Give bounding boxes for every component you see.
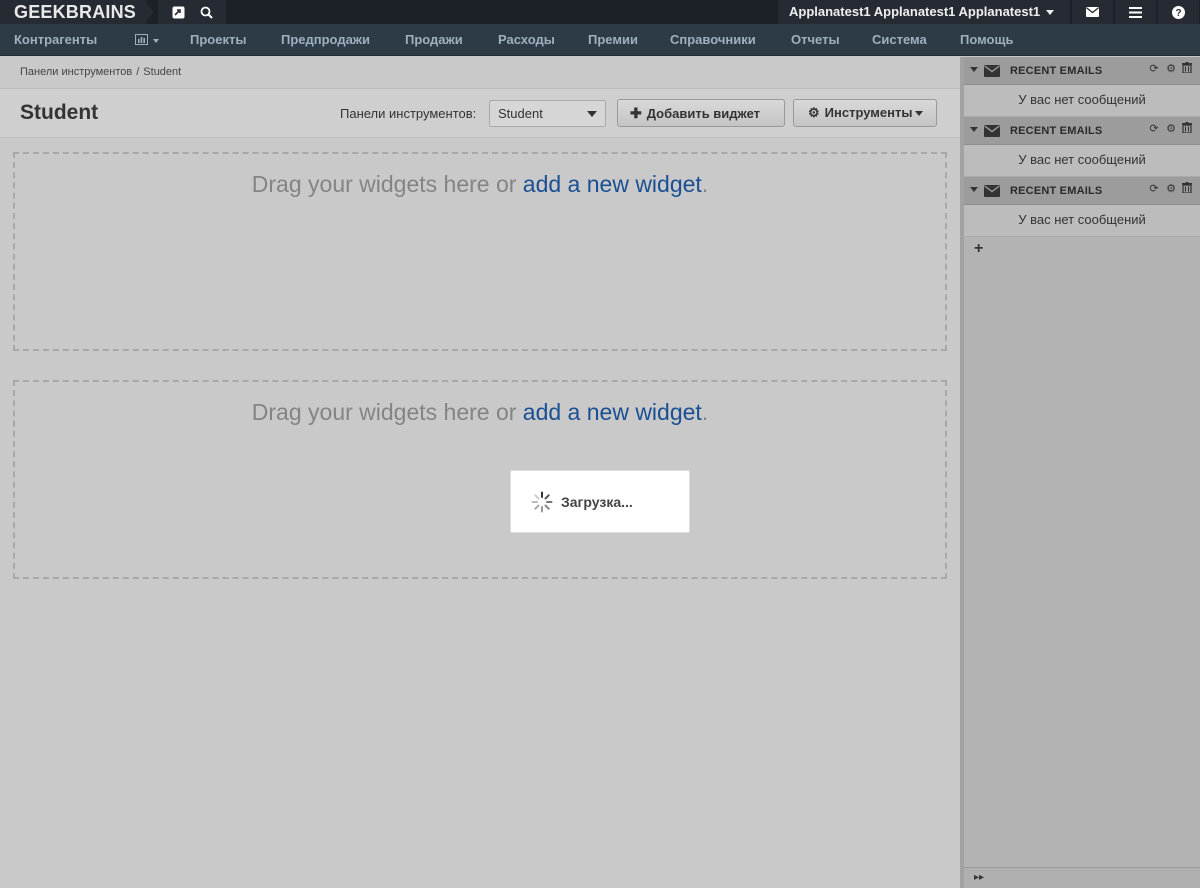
- gear-icon: ⚙: [808, 105, 820, 120]
- envelope-icon: [984, 125, 1000, 137]
- gear-icon[interactable]: ⚙: [1164, 122, 1178, 136]
- dropzone-hint: Drag your widgets here or: [251, 399, 523, 425]
- add-widget-button-label: Добавить виджет: [646, 106, 761, 121]
- top-bar: GEEKBRAINS Applanatest1 Applanatest1 App…: [0, 0, 1200, 24]
- page-title: Student: [20, 101, 99, 124]
- envelope-icon[interactable]: [1071, 0, 1113, 24]
- topbar-icon-group: [158, 0, 226, 24]
- nav-item-help[interactable]: Помощь: [960, 24, 1013, 56]
- collapse-toggle-icon[interactable]: [970, 187, 978, 192]
- dropzone-suffix: .: [701, 171, 709, 197]
- sidebar-widget-header[interactable]: RECENT EMAILS ⟳ ⚙: [964, 177, 1200, 205]
- collapse-sidebar-icon[interactable]: ▸▸: [974, 872, 984, 883]
- nav-item-directories[interactable]: Справочники: [670, 24, 756, 56]
- search-icon[interactable]: [196, 2, 216, 22]
- tools-button[interactable]: ⚙ Инструменты: [793, 99, 937, 127]
- sidebar-widget-title: RECENT EMAILS: [1010, 65, 1103, 77]
- sidebar-widget-body: У вас нет сообщений: [964, 205, 1200, 237]
- dashboard-select-label: Панели инструментов:: [340, 106, 477, 121]
- nav-item-counterparties[interactable]: Контрагенты: [14, 24, 97, 56]
- refresh-icon[interactable]: ⟳: [1147, 182, 1161, 196]
- nav-item-reports[interactable]: Отчеты: [791, 24, 840, 56]
- gear-icon[interactable]: ⚙: [1164, 182, 1178, 196]
- sidebar-widget-body: У вас нет сообщений: [964, 85, 1200, 117]
- dashboard-select-value: Student: [498, 106, 543, 121]
- help-icon[interactable]: ?: [1157, 0, 1199, 24]
- trash-icon[interactable]: [1180, 182, 1194, 196]
- sidebar-widget-body: У вас нет сообщений: [964, 145, 1200, 177]
- bar-chart-icon: [135, 32, 148, 47]
- sidebar-widget-title: RECENT EMAILS: [1010, 185, 1103, 197]
- chevron-down-icon: [1046, 10, 1055, 16]
- collapse-toggle-icon[interactable]: [970, 127, 978, 132]
- right-sidebar: RECENT EMAILS ⟳ ⚙ У вас нет сообщений RE…: [960, 57, 1200, 888]
- user-name: Applanatest1 Applanatest1 Applanatest1: [789, 4, 1041, 19]
- dropzone-suffix: .: [701, 399, 709, 425]
- chevron-down-icon: [915, 111, 924, 117]
- dropzone-text: Drag your widgets here or add a new widg…: [15, 399, 945, 426]
- chevron-down-icon: [587, 111, 597, 117]
- nav-item-projects[interactable]: Проекты: [190, 24, 246, 56]
- breadcrumb-dashboards-link[interactable]: Панели инструментов: [20, 66, 132, 78]
- app-logo[interactable]: GEEKBRAINS: [0, 0, 147, 24]
- sidebar-widget-header[interactable]: RECENT EMAILS ⟳ ⚙: [964, 117, 1200, 145]
- sidebar-widget-header[interactable]: RECENT EMAILS ⟳ ⚙: [964, 57, 1200, 85]
- envelope-icon: [984, 65, 1000, 77]
- dashboard-select[interactable]: Student: [489, 100, 606, 127]
- main-content: Панели инструментов / Student Student Пане…: [0, 57, 960, 888]
- sidebar-widget-title: RECENT EMAILS: [1010, 125, 1103, 137]
- dropzone-text: Drag your widgets here or add a new widg…: [15, 171, 945, 198]
- page-header: Student Панели инструментов: Student ✚ До…: [0, 88, 960, 138]
- plus-icon: ✚: [630, 105, 642, 121]
- tools-button-label: Инструменты: [824, 105, 913, 120]
- sidebar-footer: ▸▸: [964, 867, 1200, 888]
- widget-dropzone-2[interactable]: Drag your widgets here or add a new widg…: [13, 380, 947, 579]
- loading-text: Загрузка...: [561, 494, 633, 510]
- loading-dialog: Загрузка...: [510, 470, 690, 533]
- breadcrumb-current[interactable]: Student: [143, 66, 181, 78]
- widget-dropzone-1[interactable]: Drag your widgets here or add a new widg…: [13, 152, 947, 351]
- breadcrumb: Панели инструментов / Student: [20, 66, 181, 78]
- user-menu[interactable]: Applanatest1 Applanatest1 Applanatest1: [778, 0, 1070, 24]
- menu-icon[interactable]: [1114, 0, 1156, 24]
- collapse-toggle-icon[interactable]: [970, 67, 978, 72]
- add-new-widget-link[interactable]: add a new widget: [523, 171, 702, 197]
- breadcrumb-separator: /: [136, 66, 140, 78]
- spinner-icon: [531, 491, 553, 513]
- add-new-widget-link[interactable]: add a new widget: [523, 399, 702, 425]
- envelope-icon: [984, 185, 1000, 197]
- add-widget-button[interactable]: ✚ Добавить виджет: [617, 99, 785, 127]
- svg-text:?: ?: [1175, 8, 1181, 19]
- share-icon[interactable]: [168, 2, 188, 22]
- nav-item-presales[interactable]: Предпродажи: [281, 24, 370, 56]
- nav-item-expenses[interactable]: Расходы: [498, 24, 555, 56]
- add-sidebar-widget-button[interactable]: +: [974, 240, 983, 258]
- trash-icon[interactable]: [1180, 122, 1194, 136]
- nav-item-sales[interactable]: Продажи: [405, 24, 463, 56]
- nav-item-system[interactable]: Система: [872, 24, 927, 56]
- gear-icon[interactable]: ⚙: [1164, 62, 1178, 76]
- refresh-icon[interactable]: ⟳: [1147, 122, 1161, 136]
- nav-item-bonuses[interactable]: Премии: [588, 24, 638, 56]
- main-nav: Контрагенты Проекты Предпродажи Продажи …: [0, 24, 1200, 56]
- dropzone-hint: Drag your widgets here or: [251, 171, 523, 197]
- chevron-down-icon: [153, 38, 159, 43]
- logo-arrow: [144, 0, 154, 24]
- refresh-icon[interactable]: ⟳: [1147, 62, 1161, 76]
- trash-icon[interactable]: [1180, 62, 1194, 76]
- nav-item-reports-chart[interactable]: [135, 24, 159, 56]
